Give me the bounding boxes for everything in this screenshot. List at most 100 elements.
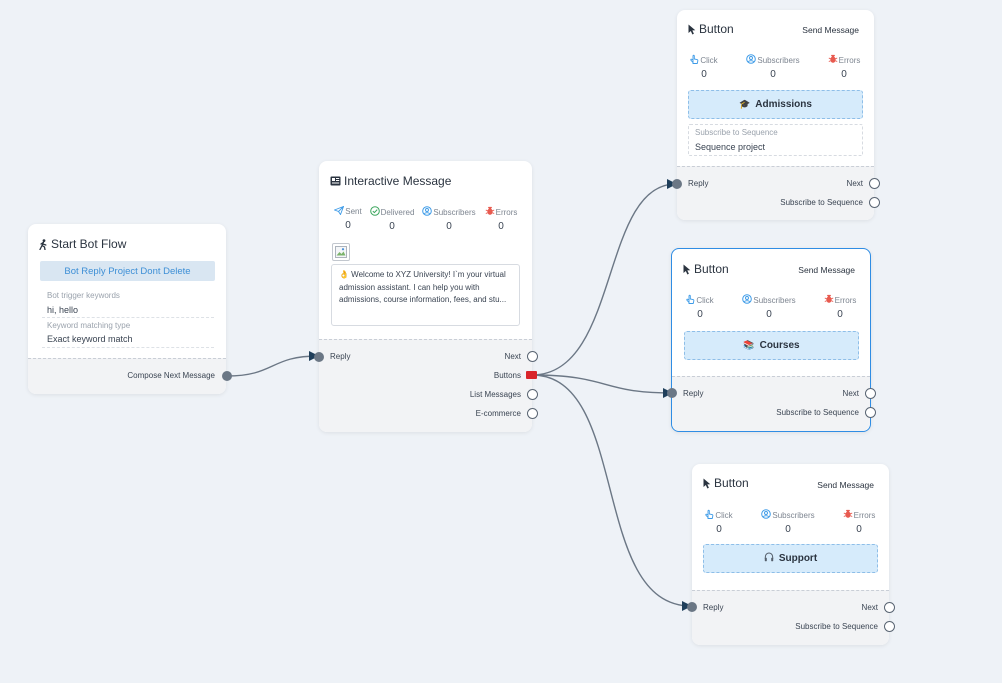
stat-subscribers-value: 0 (446, 221, 452, 232)
output-next-port[interactable] (527, 351, 538, 362)
courses-sequence-port[interactable] (865, 407, 876, 418)
button-node-title: Button (688, 22, 734, 36)
stat-subscribers: Subscribers 0 (743, 54, 803, 80)
admissions-next-port[interactable] (869, 178, 880, 189)
reply-input-label: Reply (703, 603, 724, 612)
connection-buttons-to-support (531, 374, 692, 611)
hand-click-icon (705, 509, 714, 521)
send-icon (333, 205, 345, 217)
courses-button[interactable]: 📚 Courses (684, 331, 859, 360)
output-ecommerce-label: E-commerce (475, 409, 521, 418)
button-node-footer: Reply Next Subscribe to Sequence (692, 590, 889, 645)
graduation-cap-icon: 🎓 (739, 99, 751, 109)
start-node-title-text: Start Bot Flow (51, 237, 127, 251)
start-node-footer: Compose Next Message (28, 358, 226, 394)
stat-subscribers-value: 0 (770, 69, 776, 80)
stat-sent: Sent 0 (333, 205, 363, 231)
connection-buttons-to-courses (531, 374, 673, 398)
output-buttons-port[interactable] (526, 371, 537, 379)
admissions-reply-input-port[interactable] (672, 179, 682, 189)
bug-icon (485, 206, 495, 218)
stat-click-value: 0 (701, 69, 707, 80)
admissions-button[interactable]: 🎓 Admissions (688, 90, 863, 119)
output-sequence-label: Subscribe to Sequence (780, 198, 863, 207)
stat-errors: Errors 0 (824, 54, 864, 80)
start-node-divider (42, 317, 214, 318)
bug-icon (828, 54, 838, 66)
send-message-action: Send Message (817, 480, 874, 490)
output-buttons-label: Buttons (493, 371, 521, 380)
interactive-reply-input-port[interactable] (314, 352, 324, 362)
output-next-label: Next (861, 603, 878, 612)
bug-icon (843, 509, 853, 521)
stat-errors: Errors 0 (482, 206, 520, 232)
sequence-box: Subscribe to Sequence Sequence project (688, 124, 863, 156)
admissions-sequence-port[interactable] (869, 197, 880, 208)
walking-person-icon (39, 238, 48, 250)
support-next-port[interactable] (884, 602, 895, 613)
admissions-button-label: Admissions (755, 99, 812, 110)
interactive-message-node[interactable]: Interactive Message Sent 0 Delivered 0 S… (319, 161, 532, 432)
button-node-support[interactable]: Button Send Message Click 0 Subscribers … (692, 464, 889, 645)
match-type-label: Keyword matching type (47, 321, 131, 330)
compose-next-message-port[interactable] (222, 371, 232, 381)
bot-reply-button[interactable]: Bot Reply Project Dont Delete (40, 261, 215, 281)
stat-subscribers-label: Subscribers (433, 207, 476, 217)
stat-errors-value: 0 (841, 69, 847, 80)
button-node-title: Button (703, 476, 749, 490)
stat-errors-label: Errors (853, 510, 876, 520)
support-button[interactable]: Support (703, 544, 878, 573)
start-node-divider (42, 347, 214, 348)
stat-click: Click 0 (700, 509, 738, 535)
newspaper-icon (330, 176, 341, 186)
reply-input-label: Reply (330, 352, 351, 361)
button-node-courses[interactable]: Button Send Message Click 0 Subscribers … (671, 248, 871, 432)
send-message-action: Send Message (802, 25, 859, 35)
button-node-admissions[interactable]: Button Send Message Click 0 Subscribers … (677, 10, 874, 220)
hand-click-icon (690, 54, 699, 66)
output-next-label: Next (842, 389, 859, 398)
match-type-value: Exact keyword match (47, 334, 133, 344)
user-circle-icon (422, 206, 433, 218)
support-reply-input-port[interactable] (687, 602, 697, 612)
stat-errors-value: 0 (856, 524, 862, 535)
output-list-messages-label: List Messages (469, 390, 521, 399)
stat-subscribers-label: Subscribers (772, 510, 815, 520)
interactive-node-footer: Reply Next Buttons List Messages E-comme… (319, 339, 532, 432)
flow-canvas[interactable]: Start Bot Flow Bot Reply Project Dont De… (0, 0, 1002, 683)
output-list-messages-port[interactable] (527, 389, 538, 400)
stat-delivered: Delivered 0 (369, 206, 415, 232)
stat-subscribers-label: Subscribers (757, 55, 800, 65)
courses-reply-input-port[interactable] (667, 388, 677, 398)
support-button-label: Support (778, 553, 818, 564)
stat-errors-label: Errors (834, 295, 857, 305)
stat-subscribers: Subscribers 0 (738, 294, 800, 320)
output-sequence-label: Subscribe to Sequence (795, 622, 878, 631)
check-circle-icon (369, 206, 380, 218)
cursor-icon (703, 478, 711, 489)
stat-click-value: 0 (697, 309, 703, 320)
sequence-value: Sequence project (695, 142, 766, 152)
send-message-action: Send Message (798, 265, 855, 275)
output-ecommerce-port[interactable] (527, 408, 538, 419)
stat-errors-value: 0 (498, 221, 504, 232)
cursor-icon (688, 24, 696, 35)
button-node-title: Button (683, 262, 729, 276)
stat-delivered-label: Delivered (380, 207, 415, 217)
start-bot-flow-node[interactable]: Start Bot Flow Bot Reply Project Dont De… (28, 224, 232, 394)
stat-sent-value: 0 (345, 220, 351, 231)
interactive-node-title: Interactive Message (330, 174, 451, 188)
support-sequence-port[interactable] (884, 621, 895, 632)
hand-click-icon (686, 294, 695, 306)
courses-next-port[interactable] (865, 388, 876, 399)
books-icon: 📚 (743, 340, 755, 350)
courses-button-label: Courses (759, 340, 800, 351)
output-next-label: Next (504, 352, 521, 361)
connection-buttons-to-admissions (531, 179, 677, 376)
button-node-title-text: Button (714, 476, 749, 490)
button-node-title-text: Button (694, 262, 729, 276)
connection-start-to-interactive (226, 351, 319, 377)
stat-errors-label: Errors (495, 207, 518, 217)
stat-errors: Errors 0 (820, 294, 860, 320)
stat-click-label: Click (696, 295, 714, 305)
